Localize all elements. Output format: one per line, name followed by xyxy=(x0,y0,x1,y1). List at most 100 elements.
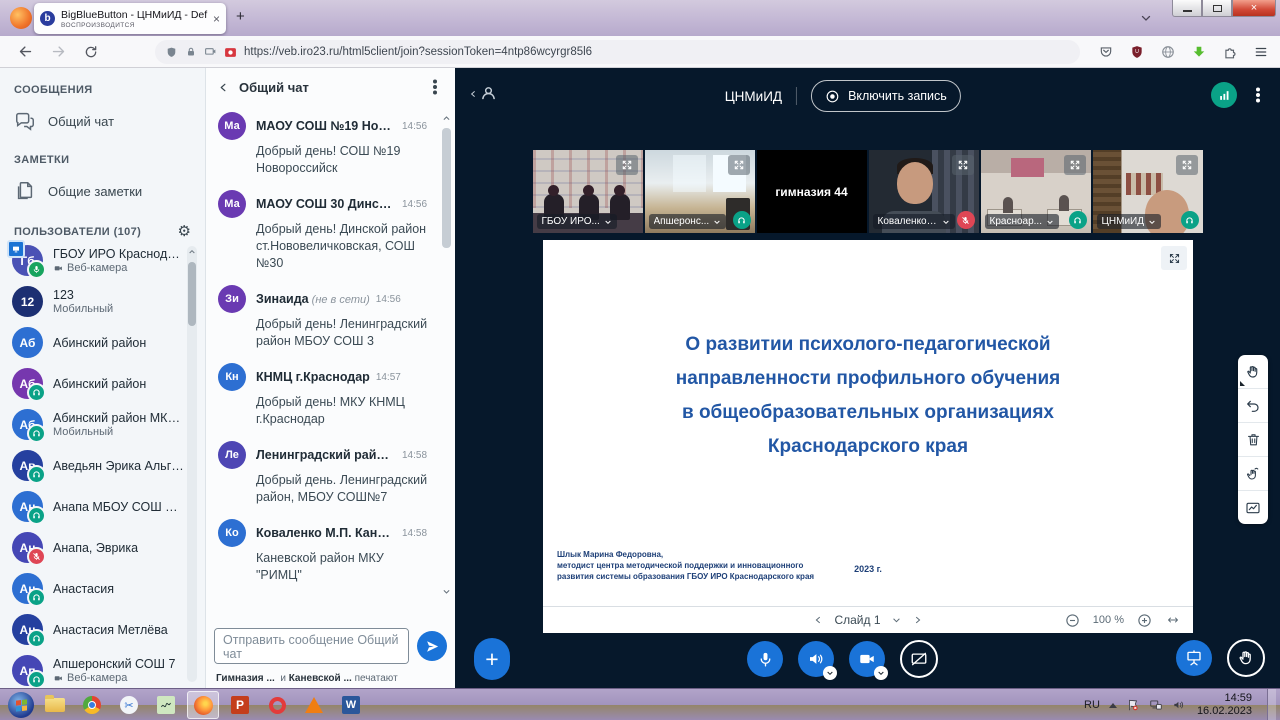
whiteboard-smart-tools-button[interactable] xyxy=(1238,491,1268,524)
chat-scroll-thumb[interactable] xyxy=(442,128,451,248)
zoom-out-button[interactable] xyxy=(1065,613,1080,628)
start-button[interactable] xyxy=(8,692,34,718)
sidebar-item-public-chat[interactable]: Общий чат xyxy=(0,104,205,138)
video-tile[interactable]: ГБОУ ИРО... xyxy=(533,150,643,233)
fit-width-button[interactable] xyxy=(1165,614,1181,626)
video-label-dropdown[interactable]: ГБОУ ИРО... xyxy=(537,214,617,229)
user-list-item[interactable]: АнАнапа, Эврика xyxy=(0,527,185,568)
user-list-item[interactable]: АбАбинский район МКУ ИМЦ Д...Мобильный xyxy=(0,404,185,445)
audio-button[interactable] xyxy=(798,641,834,677)
user-list-item[interactable]: АвАведьян Эрика Альгирдовна xyxy=(0,445,185,486)
send-message-button[interactable] xyxy=(417,631,447,661)
reload-icon[interactable] xyxy=(84,45,98,59)
recording-indicator-icon[interactable] xyxy=(224,46,237,59)
video-fullscreen-button[interactable] xyxy=(952,155,974,175)
next-slide-button[interactable] xyxy=(913,615,923,625)
user-list-item[interactable]: АбАбинский район xyxy=(0,363,185,404)
shield-icon[interactable] xyxy=(165,46,178,59)
sidebar-item-shared-notes[interactable]: Общие заметки xyxy=(0,174,205,208)
video-fullscreen-button[interactable] xyxy=(728,155,750,175)
pocket-icon[interactable] xyxy=(1099,45,1113,59)
user-list-item[interactable]: АнАнастасия xyxy=(0,568,185,609)
browser-tab[interactable]: b BigBlueButton - ЦНМиИД - Def ВОСПРОИЗВ… xyxy=(34,3,226,34)
userlist-scroll-thumb[interactable] xyxy=(188,262,196,326)
chat-scroll-down-icon[interactable] xyxy=(442,587,451,596)
chat-scroll-up-icon[interactable] xyxy=(442,114,451,123)
start-recording-button[interactable]: Включить запись xyxy=(811,80,961,112)
presentation-fullscreen-button[interactable] xyxy=(1161,246,1187,270)
globe-icon[interactable] xyxy=(1161,45,1175,59)
video-label-dropdown[interactable]: ЦНМиИД xyxy=(1097,214,1162,229)
extension-puzzle-icon[interactable] xyxy=(1223,45,1237,59)
zoom-in-button[interactable] xyxy=(1137,613,1152,628)
video-label-dropdown[interactable]: Красноар... xyxy=(985,214,1060,229)
language-indicator[interactable]: RU xyxy=(1084,699,1100,711)
chat-back-icon[interactable] xyxy=(218,82,229,93)
window-maximize-button[interactable] xyxy=(1202,0,1232,17)
slide-select-chevron-icon[interactable] xyxy=(892,615,902,625)
chat-message-input[interactable] xyxy=(214,628,409,664)
adblock-shield-icon[interactable]: U xyxy=(1130,45,1144,59)
connection-status-button[interactable] xyxy=(1211,82,1237,108)
window-close-button[interactable]: × xyxy=(1232,0,1276,17)
window-minimize-button[interactable] xyxy=(1172,0,1202,17)
tab-list-chevron-icon[interactable] xyxy=(1140,12,1152,24)
video-label-dropdown[interactable]: Коваленко ... xyxy=(873,214,955,229)
user-list-item[interactable]: АнАнапа МБОУ СОШ № 7 xyxy=(0,486,185,527)
audio-options-chevron-icon[interactable] xyxy=(823,666,837,680)
clock[interactable]: 14:59 16.02.2023 xyxy=(1197,692,1252,718)
video-label-dropdown[interactable]: Апшеронс... xyxy=(649,214,727,229)
user-list-item[interactable]: ГбГБОУ ИРО Краснодарс... (Вы)Веб-камера xyxy=(0,240,185,281)
chat-options-kebab-icon[interactable] xyxy=(433,85,437,89)
firefox-icon[interactable] xyxy=(10,7,32,29)
taskbar-word-icon[interactable]: W xyxy=(335,691,367,719)
new-tab-button[interactable]: + xyxy=(236,8,245,25)
download-manager-icon[interactable] xyxy=(1192,45,1206,59)
actions-plus-button[interactable]: + xyxy=(474,638,510,680)
user-list-item[interactable]: 12123Мобильный xyxy=(0,281,185,322)
video-tile[interactable]: гимназия 44 xyxy=(757,150,867,233)
taskbar-explorer-icon[interactable] xyxy=(39,691,71,719)
taskbar-firefox-icon[interactable] xyxy=(187,691,219,719)
gear-icon[interactable]: ⚙ xyxy=(178,224,191,239)
tab-close-icon[interactable]: × xyxy=(213,12,220,26)
taskbar-powerpoint-icon[interactable]: P xyxy=(224,691,256,719)
lock-icon[interactable] xyxy=(185,46,197,58)
video-tile[interactable]: Коваленко ... xyxy=(869,150,979,233)
video-fullscreen-button[interactable] xyxy=(1176,155,1198,175)
volume-icon[interactable] xyxy=(1172,698,1186,712)
scroll-up-icon[interactable] xyxy=(188,248,196,256)
network-icon[interactable] xyxy=(1149,698,1163,712)
action-center-flag-icon[interactable] xyxy=(1126,698,1140,712)
video-tile[interactable]: Апшеронс... xyxy=(645,150,755,233)
user-list-item[interactable]: АбАбинский район xyxy=(0,322,185,363)
user-list-item[interactable]: АнАнастасия Метлёва xyxy=(0,609,185,650)
url-bar[interactable]: https://veb.iro23.ru/html5client/join?se… xyxy=(155,40,1080,64)
restore-presentation-button[interactable] xyxy=(1176,640,1212,676)
whiteboard-multiuser-button[interactable] xyxy=(1238,457,1268,491)
permissions-icon[interactable] xyxy=(204,46,217,59)
webcam-button[interactable] xyxy=(849,641,885,677)
whiteboard-tool-hand-button[interactable] xyxy=(1238,355,1268,389)
meeting-options-kebab-icon[interactable] xyxy=(1256,93,1260,97)
screenshare-button[interactable] xyxy=(900,640,938,678)
raise-hand-button[interactable] xyxy=(1227,639,1265,677)
video-tile[interactable]: ЦНМиИД xyxy=(1093,150,1203,233)
whiteboard-undo-button[interactable] xyxy=(1238,389,1268,423)
previous-slide-button[interactable] xyxy=(813,615,823,625)
taskbar-chrome-icon[interactable] xyxy=(76,691,108,719)
toggle-userlist-button[interactable] xyxy=(469,85,497,102)
forward-icon[interactable] xyxy=(51,44,66,59)
taskbar-snipping-tool-icon[interactable]: ✂ xyxy=(113,691,145,719)
tray-expand-icon[interactable] xyxy=(1109,703,1117,708)
userlist-scrollbar[interactable] xyxy=(187,246,197,682)
back-icon[interactable] xyxy=(18,44,33,59)
video-fullscreen-button[interactable] xyxy=(616,155,638,175)
mute-microphone-button[interactable] xyxy=(747,641,783,677)
user-list-item[interactable]: АпАпшеронский СОШ 7Веб-камера xyxy=(0,650,185,688)
taskbar-opera-icon[interactable] xyxy=(261,691,293,719)
chat-scrollbar[interactable] xyxy=(442,114,451,596)
show-desktop-button[interactable] xyxy=(1267,689,1276,720)
video-tile[interactable]: Красноар... xyxy=(981,150,1091,233)
taskbar-yamaha-app-icon[interactable] xyxy=(150,691,182,719)
